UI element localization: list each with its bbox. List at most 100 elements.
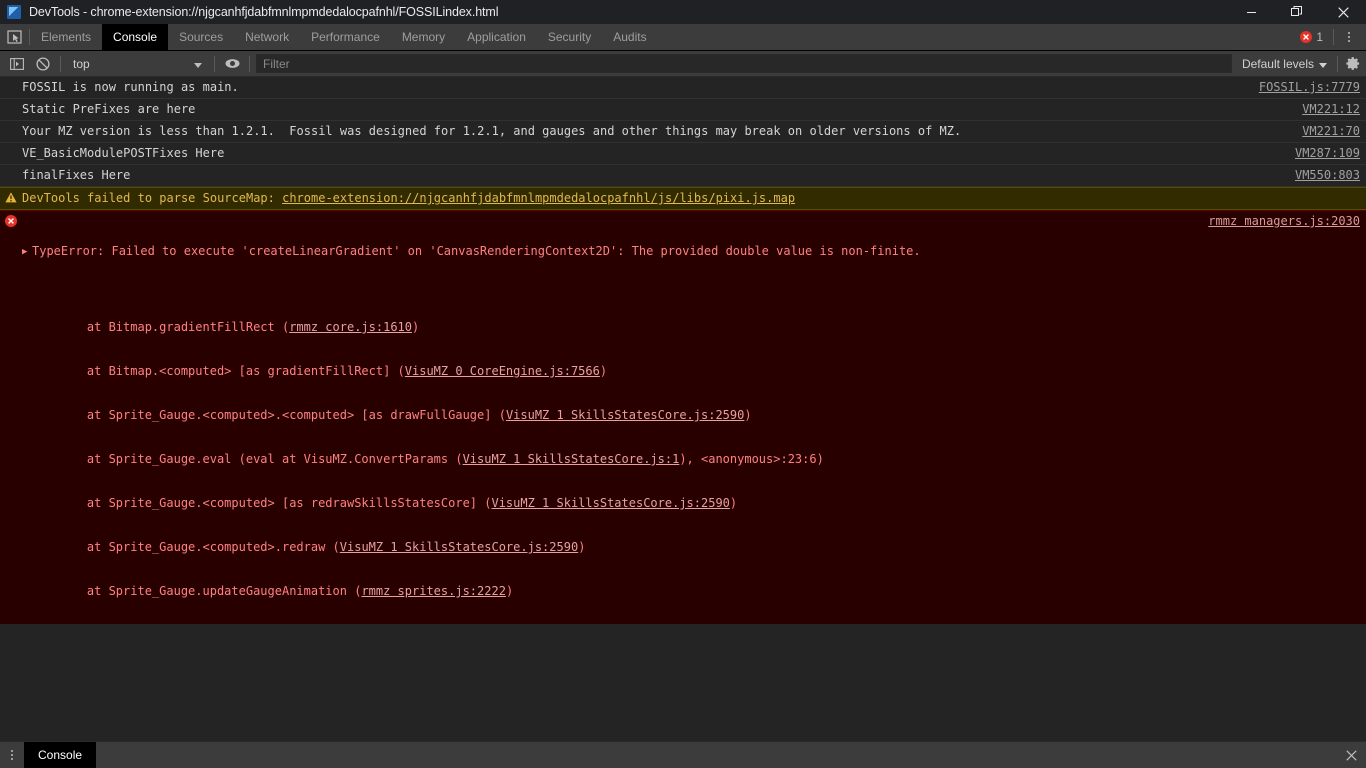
error-circle-icon bbox=[5, 215, 17, 227]
console-toolbar: top Default levels bbox=[0, 51, 1366, 77]
drawer-more-button[interactable] bbox=[0, 742, 24, 768]
stack-frame-link[interactable]: rmmz core.js:1610 bbox=[289, 320, 412, 334]
tab-console[interactable]: Console bbox=[102, 24, 169, 50]
message-text: FOSSIL is now running as main. bbox=[22, 80, 239, 94]
drawer-tabbar: Console bbox=[0, 741, 1366, 768]
expand-toggle-icon[interactable]: ▶ bbox=[22, 245, 32, 260]
execution-context-label: top bbox=[73, 56, 90, 71]
stack-frame-link[interactable]: VisuMZ 1 SkillsStatesCore.js:2590 bbox=[506, 408, 744, 422]
sourcemap-link[interactable]: chrome-extension://njgcanhfjdabfmnlmpmde… bbox=[282, 191, 795, 205]
tab-sources[interactable]: Sources bbox=[168, 24, 234, 50]
tab-label: Security bbox=[547, 30, 592, 44]
message-gutter bbox=[0, 146, 22, 147]
console-message-error[interactable]: ▶ TypeError: Failed to execute 'createLin… bbox=[0, 210, 1366, 624]
window-titlebar: DevTools - chrome-extension://njgcanhfjd… bbox=[0, 0, 1366, 24]
inspect-element-button[interactable] bbox=[0, 24, 29, 50]
tab-elements[interactable]: Elements bbox=[30, 24, 102, 50]
tab-memory[interactable]: Memory bbox=[391, 24, 456, 50]
error-count-badge[interactable]: 1 bbox=[1292, 30, 1331, 44]
restore-icon bbox=[1291, 6, 1302, 16]
stack-frame: at Sprite_Gauge.<computed>.<computed> [a… bbox=[58, 408, 1246, 422]
tab-audits[interactable]: Audits bbox=[602, 24, 657, 50]
console-message-warning[interactable]: DevTools failed to parse SourceMap: chro… bbox=[0, 187, 1366, 210]
tab-label: Console bbox=[113, 30, 158, 44]
stack-frame-tail: ) bbox=[578, 540, 586, 554]
message-source-link[interactable]: VM221:12 bbox=[1302, 102, 1360, 116]
stack-frame-text: at Bitmap.<computed> [as gradientFillRec… bbox=[58, 364, 405, 378]
tab-performance[interactable]: Performance bbox=[300, 24, 391, 50]
tab-label: Performance bbox=[311, 30, 380, 44]
stack-frame-tail: ) bbox=[412, 320, 420, 334]
tab-label: Network bbox=[245, 30, 290, 44]
message-text: Your MZ version is less than 1.2.1. Foss… bbox=[22, 124, 962, 138]
drawer-tab-console[interactable]: Console bbox=[24, 742, 97, 768]
toolbar-divider bbox=[249, 55, 250, 72]
stack-frame-link[interactable]: VisuMZ 0 CoreEngine.js:7566 bbox=[405, 364, 600, 378]
close-button[interactable] bbox=[1320, 0, 1366, 24]
filter-input[interactable] bbox=[256, 54, 1232, 73]
warning-prefix: DevTools failed to parse SourceMap: bbox=[22, 191, 283, 205]
error-count-label: 1 bbox=[1316, 30, 1323, 44]
settings-button[interactable] bbox=[1340, 52, 1366, 76]
stack-frame-tail: ) bbox=[505, 584, 514, 598]
message-gutter bbox=[0, 214, 22, 227]
stack-frame-tail: ), <anonymous>:23:6) bbox=[679, 452, 824, 466]
console-message-log[interactable]: finalFixes Here VM550:803 bbox=[0, 165, 1366, 187]
tabbar-divider bbox=[1333, 29, 1334, 45]
minimize-button[interactable] bbox=[1228, 0, 1274, 24]
console-message-log[interactable]: Your MZ version is less than 1.2.1. Foss… bbox=[0, 121, 1366, 143]
tab-network[interactable]: Network bbox=[234, 24, 300, 50]
message-text: DevTools failed to parse SourceMap: chro… bbox=[22, 191, 1366, 206]
tab-application[interactable]: Application bbox=[456, 24, 537, 50]
message-source-link[interactable]: VM287:109 bbox=[1295, 146, 1360, 160]
inspect-element-icon bbox=[7, 29, 22, 44]
drawer-close-button[interactable] bbox=[1336, 742, 1366, 768]
log-levels-label: Default levels bbox=[1241, 56, 1314, 71]
window-title: DevTools - chrome-extension://njgcanhfjd… bbox=[29, 5, 499, 19]
window-controls bbox=[1228, 0, 1366, 24]
stack-frame-link[interactable]: rmmz sprites.js:2222 bbox=[361, 584, 506, 598]
stack-frame: at Sprite_Gauge.<computed> [as redrawSki… bbox=[58, 496, 1246, 510]
tab-label: Audits bbox=[613, 30, 647, 44]
kebab-menu-icon bbox=[1348, 32, 1350, 34]
tabbar-right-group: 1 bbox=[1292, 24, 1366, 50]
tab-security[interactable]: Security bbox=[537, 24, 602, 50]
stack-frame-link[interactable]: VisuMZ 1 SkillsStatesCore.js:2590 bbox=[340, 540, 578, 554]
console-message-list[interactable]: FOSSIL is now running as main. FOSSIL.js… bbox=[0, 77, 1366, 624]
error-body: ▶ TypeError: Failed to execute 'createLin… bbox=[22, 214, 1366, 624]
live-expression-icon bbox=[225, 59, 239, 68]
error-headline-row: ▶ TypeError: Failed to execute 'createLin… bbox=[22, 244, 1246, 260]
stack-frame-text: at Sprite_Gauge.<computed>.redraw ( bbox=[58, 540, 340, 554]
live-expression-button[interactable] bbox=[219, 52, 245, 76]
console-message-log[interactable]: Static PreFixes are here VM221:12 bbox=[0, 99, 1366, 121]
tab-label: Elements bbox=[41, 30, 92, 44]
close-icon bbox=[1337, 6, 1349, 18]
toolbar-divider bbox=[1337, 55, 1338, 72]
console-message-log[interactable]: FOSSIL is now running as main. FOSSIL.js… bbox=[0, 77, 1366, 99]
message-text: Static PreFixes are here bbox=[22, 102, 196, 116]
message-gutter bbox=[0, 80, 22, 81]
log-levels-selector[interactable]: Default levels bbox=[1232, 57, 1335, 71]
message-source-link[interactable]: VM221:70 bbox=[1302, 124, 1360, 138]
clear-console-button[interactable] bbox=[30, 52, 56, 76]
console-message-log[interactable]: VE_BasicModulePOSTFixes Here VM287:109 bbox=[0, 143, 1366, 165]
message-source-link[interactable]: FOSSIL.js:7779 bbox=[1259, 80, 1360, 94]
message-gutter bbox=[0, 124, 22, 125]
stack-frame-link[interactable]: VisuMZ 1 SkillsStatesCore.js:1 bbox=[463, 452, 680, 466]
message-source-link[interactable]: rmmz managers.js:2030 bbox=[1208, 214, 1360, 228]
toolbar-divider bbox=[214, 55, 215, 72]
restore-button[interactable] bbox=[1274, 0, 1320, 24]
error-headline: TypeError: Failed to execute 'createLine… bbox=[32, 244, 921, 258]
message-gutter bbox=[0, 102, 22, 103]
message-source-link[interactable]: VM550:803 bbox=[1295, 168, 1360, 182]
kebab-menu-icon bbox=[11, 750, 13, 752]
stack-frame-link[interactable]: VisuMZ 1 SkillsStatesCore.js:2590 bbox=[491, 496, 729, 510]
stack-frame-tail: ) bbox=[744, 408, 752, 422]
execution-context-selector[interactable]: top bbox=[65, 54, 210, 74]
devtools-icon bbox=[7, 5, 21, 19]
message-text: VE_BasicModulePOSTFixes Here bbox=[22, 146, 225, 160]
console-sidebar-toggle[interactable] bbox=[4, 52, 30, 76]
devtools-more-button[interactable] bbox=[1336, 24, 1362, 51]
chevron-down-icon bbox=[194, 57, 202, 71]
tab-label: Application bbox=[467, 30, 526, 44]
